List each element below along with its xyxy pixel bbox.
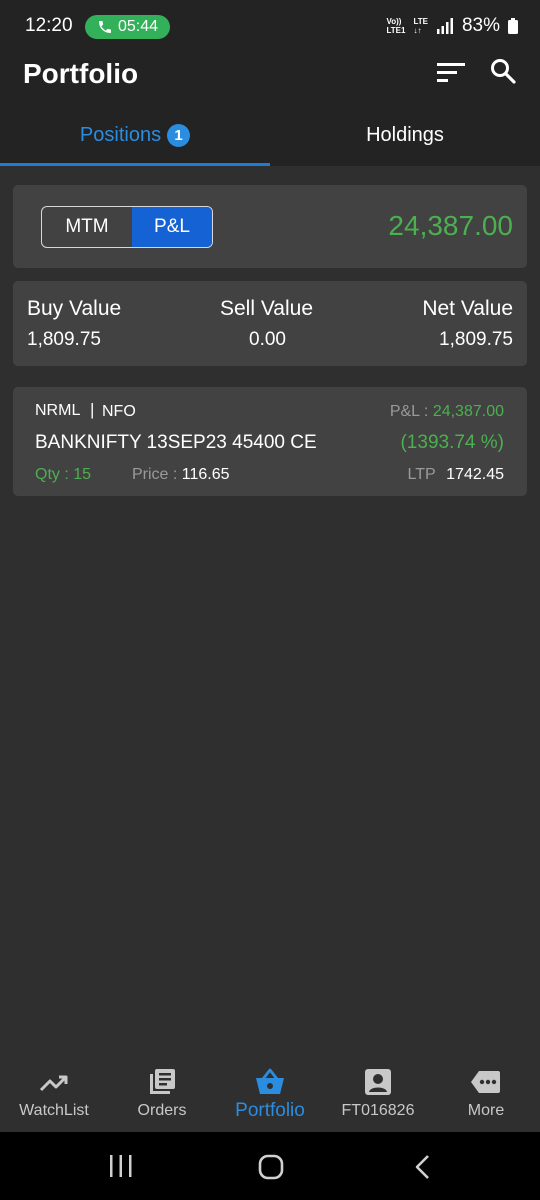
signal-icon xyxy=(436,18,453,34)
position-price-label: Price : xyxy=(132,466,178,483)
home-icon[interactable] xyxy=(258,1154,284,1180)
phone-icon xyxy=(99,21,111,33)
tab-holdings-label: Holdings xyxy=(366,123,444,146)
exchange: NFO xyxy=(102,403,136,420)
total-pnl-value: 24,387.00 xyxy=(388,210,513,241)
nav-account-label: FT016826 xyxy=(341,1102,415,1119)
pnl-summary-card: MTM P&L 24,387.00 xyxy=(13,185,527,268)
recent-apps-icon[interactable] xyxy=(108,1154,134,1178)
nav-account[interactable]: FT016826 xyxy=(324,1058,432,1132)
system-icons: Vo)) LTE1 LTE ↓↑ 83% xyxy=(386,14,518,38)
product-separator: | xyxy=(90,400,95,419)
status-time: 12:20 xyxy=(25,15,73,36)
position-qty: Qty : 15 xyxy=(35,466,92,483)
basket-icon xyxy=(256,1068,284,1094)
sell-value: 0.00 xyxy=(249,329,286,350)
nav-more-label: More xyxy=(467,1102,505,1119)
app-bar: Portfolio xyxy=(0,44,540,104)
values-summary-card: Buy Value 1,809.75 Sell Value 0.00 Net V… xyxy=(13,281,527,366)
call-timer: 05:44 xyxy=(118,18,159,35)
tab-bar: Positions 1 Holdings xyxy=(0,104,540,166)
mtm-pnl-toggle: MTM P&L xyxy=(41,206,213,248)
battery-icon xyxy=(508,18,518,34)
orders-icon xyxy=(150,1069,175,1094)
net-value: 1,809.75 xyxy=(439,329,513,350)
toggle-mtm-button[interactable]: MTM xyxy=(42,207,132,247)
net-value-label: Net Value xyxy=(422,297,513,320)
account-icon xyxy=(365,1069,391,1095)
nav-portfolio-label: Portfolio xyxy=(235,1100,305,1121)
toggle-pnl-button[interactable]: P&L xyxy=(132,207,212,247)
lte-indicator: LTE ↓↑ xyxy=(413,17,428,35)
tab-positions[interactable]: Positions 1 xyxy=(0,104,270,166)
nav-watchlist-label: WatchList xyxy=(19,1102,89,1119)
position-pnl-label: P&L : xyxy=(389,403,429,420)
active-tab-indicator xyxy=(0,163,270,166)
search-icon[interactable] xyxy=(490,58,516,84)
nav-orders[interactable]: Orders xyxy=(108,1058,216,1132)
status-bar: 12:20 05:44 Vo)) LTE1 LTE ↓↑ 83% xyxy=(0,0,540,44)
tab-positions-label: Positions xyxy=(79,123,162,146)
buy-value-label: Buy Value xyxy=(27,297,122,320)
position-pnl: P&L : 24,387.00 xyxy=(390,403,504,421)
page-title: Portfolio xyxy=(23,58,139,89)
product-type: NRML xyxy=(35,402,81,419)
sell-value-label: Sell Value xyxy=(220,297,314,320)
more-icon xyxy=(471,1071,500,1093)
positions-count-badge: 1 xyxy=(167,123,191,147)
filter-icon[interactable] xyxy=(437,60,465,84)
back-icon[interactable] xyxy=(412,1154,434,1180)
nav-portfolio[interactable]: Portfolio xyxy=(216,1058,324,1132)
bottom-navigation: WatchList Orders Portfolio FT016826 More xyxy=(0,1058,540,1132)
tab-holdings[interactable]: Holdings xyxy=(270,104,540,166)
position-ltp-value: 1742.45 xyxy=(446,466,504,483)
position-symbol: BANKNIFTY 13SEP23 45400 CE xyxy=(35,432,317,453)
nav-watchlist[interactable]: WatchList xyxy=(0,1058,108,1132)
call-indicator[interactable]: 05:44 xyxy=(85,15,170,39)
position-ltp-label: LTP xyxy=(407,466,436,483)
buy-value: 1,809.75 xyxy=(27,329,101,350)
position-card[interactable]: NRML | NFO P&L : 24,387.00 BANKNIFTY 13S… xyxy=(13,387,527,496)
position-pnl-percent: (1393.74 %) xyxy=(400,432,504,453)
nav-more[interactable]: More xyxy=(432,1058,540,1132)
nav-orders-label: Orders xyxy=(137,1102,187,1119)
position-price: Price : 116.65 xyxy=(132,466,230,484)
position-pnl-value: 24,387.00 xyxy=(432,403,504,420)
battery-level: 83% xyxy=(461,15,500,36)
system-navigation-bar xyxy=(0,1132,540,1200)
position-ltp: LTP 1742.45 xyxy=(408,466,504,484)
volte-indicator: Vo)) LTE1 xyxy=(386,17,406,35)
position-price-value: 116.65 xyxy=(181,466,230,483)
trending-up-icon xyxy=(39,1075,68,1092)
